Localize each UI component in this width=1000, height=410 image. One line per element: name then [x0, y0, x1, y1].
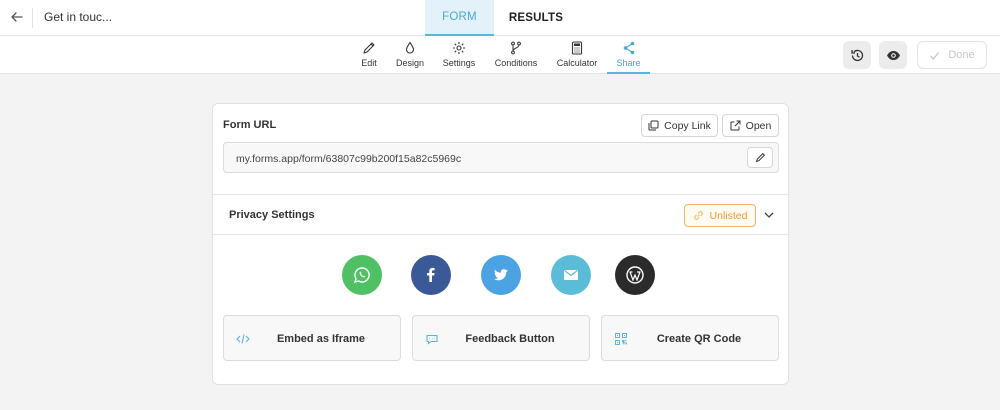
open-label: Open: [745, 119, 772, 132]
share-card: Form URL Copy Link Open my.forms.app/for…: [212, 103, 789, 385]
back-button[interactable]: [6, 6, 28, 28]
copy-link-label: Copy Link: [664, 119, 711, 132]
tool-share[interactable]: Share: [607, 36, 650, 74]
share-icon: [623, 41, 634, 55]
form-title[interactable]: Get in touc...: [44, 10, 112, 24]
tool-label: Settings: [442, 58, 476, 68]
envelope-icon: [564, 270, 578, 280]
tool-label: Calculator: [556, 58, 598, 68]
done-button[interactable]: Done: [917, 41, 987, 69]
share-twitter-button[interactable]: [481, 255, 521, 295]
privacy-status-label: Unlisted: [709, 209, 748, 222]
tool-design[interactable]: Design: [393, 36, 427, 74]
facebook-icon: [427, 267, 435, 282]
divider: [32, 8, 33, 28]
share-email-button[interactable]: [551, 255, 591, 295]
tool-calculator[interactable]: Calculator: [554, 36, 600, 74]
tool-label: Share: [616, 58, 641, 68]
check-icon: [930, 51, 940, 60]
arrow-left-icon: [11, 12, 23, 22]
link-icon: [693, 211, 703, 220]
feedback-button-option[interactable]: Feedback Button: [412, 315, 590, 361]
top-bar: Get in touc... FORM RESULTS: [0, 0, 1000, 36]
droplet-icon: [405, 41, 415, 54]
eye-icon: [886, 50, 900, 60]
chevron-down-icon[interactable]: [762, 208, 776, 222]
branch-icon: [511, 41, 521, 55]
edit-url-button[interactable]: [747, 147, 773, 168]
history-icon: [850, 49, 863, 61]
divider: [213, 234, 788, 235]
feedback-button-label: Feedback Button: [465, 333, 555, 345]
history-button[interactable]: [843, 41, 871, 69]
tool-settings[interactable]: Settings: [440, 36, 478, 74]
embed-iframe-button[interactable]: Embed as Iframe: [223, 315, 401, 361]
pencil-icon: [755, 152, 765, 163]
share-whatsapp-button[interactable]: [342, 255, 382, 295]
form-url-field[interactable]: my.forms.app/form/63807c99b200f15a82c596…: [223, 142, 779, 173]
twitter-icon: [494, 269, 508, 281]
tool-label: Edit: [361, 58, 377, 68]
divider: [213, 194, 788, 195]
share-facebook-button[interactable]: [411, 255, 451, 295]
share-wordpress-button[interactable]: [615, 255, 655, 295]
tab-form[interactable]: FORM: [425, 0, 494, 36]
preview-button[interactable]: [879, 41, 907, 69]
wordpress-icon: [626, 266, 644, 284]
done-label: Done: [948, 49, 975, 61]
pencil-icon: [363, 42, 375, 54]
create-qr-label: Create QR Code: [656, 333, 742, 345]
embed-iframe-label: Embed as Iframe: [276, 333, 366, 345]
tool-label: Conditions: [494, 58, 538, 68]
privacy-status-button[interactable]: Unlisted: [684, 204, 756, 227]
tool-label: Design: [395, 58, 424, 68]
privacy-settings-title: Privacy Settings: [229, 209, 315, 221]
tool-edit[interactable]: Edit: [355, 36, 383, 74]
copy-link-button[interactable]: Copy Link: [641, 114, 718, 137]
form-url-title: Form URL: [223, 119, 277, 131]
calculator-icon: [571, 41, 583, 55]
external-link-icon: [730, 120, 741, 131]
tool-conditions[interactable]: Conditions: [492, 36, 540, 74]
create-qr-button[interactable]: Create QR Code: [601, 315, 779, 361]
whatsapp-icon: [353, 267, 370, 284]
form-url-value[interactable]: my.forms.app/form/63807c99b200f15a82c596…: [236, 153, 461, 165]
copy-icon: [648, 120, 659, 131]
gear-icon: [453, 42, 465, 54]
tab-results[interactable]: RESULTS: [500, 0, 572, 36]
open-button[interactable]: Open: [722, 114, 779, 137]
